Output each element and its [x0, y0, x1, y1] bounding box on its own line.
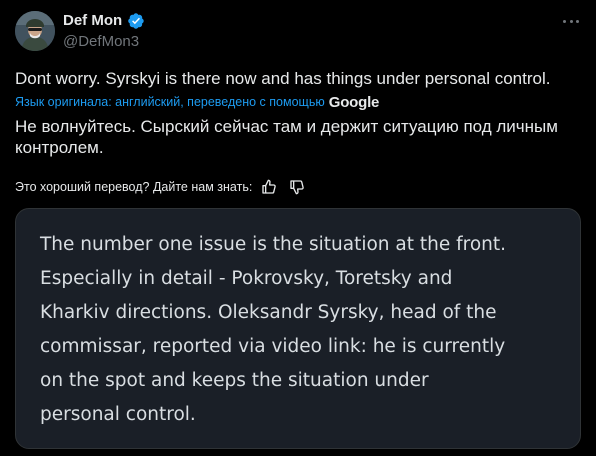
- translation-notice-text[interactable]: Язык оригинала: английский, переведено с…: [15, 95, 325, 109]
- avatar-photo: [15, 11, 55, 51]
- more-icon[interactable]: [560, 14, 582, 28]
- thumbs-up-icon[interactable]: [261, 179, 277, 195]
- quote-line: commissar, reported via video link: he i…: [40, 336, 506, 357]
- translated-text: Не волнуйтесь. Сырский сейчас там и держ…: [15, 117, 558, 157]
- quote-line: personal control.: [40, 404, 196, 425]
- thumbs-down-icon[interactable]: [289, 179, 305, 195]
- quote-line: on the spot and keeps the situation unde…: [40, 370, 429, 391]
- translation-notice: Язык оригинала: английский, переведено с…: [15, 93, 379, 111]
- quote-line: Especially in detail - Pokrovsky, Torets…: [40, 268, 453, 289]
- google-logo: Google: [328, 93, 380, 111]
- feedback-prompt: Это хороший перевод? Дайте нам знать:: [15, 180, 253, 194]
- avatar[interactable]: [15, 11, 55, 51]
- author-handle[interactable]: @DefMon3: [63, 33, 139, 50]
- translation-feedback: Это хороший перевод? Дайте нам знать:: [15, 178, 305, 196]
- verified-badge-icon: [128, 13, 144, 29]
- author-name[interactable]: Def Mon: [63, 12, 122, 29]
- quote-image-card[interactable]: The number one issue is the situation at…: [15, 208, 581, 449]
- quote-line: Kharkiv directions. Oleksandr Syrsky, he…: [40, 302, 497, 323]
- tweet-text: Dont worry. Syrskyi is there now and has…: [15, 69, 551, 88]
- quote-image-text: The number one issue is the situation at…: [40, 228, 570, 432]
- quote-line: The number one issue is the situation at…: [40, 234, 506, 255]
